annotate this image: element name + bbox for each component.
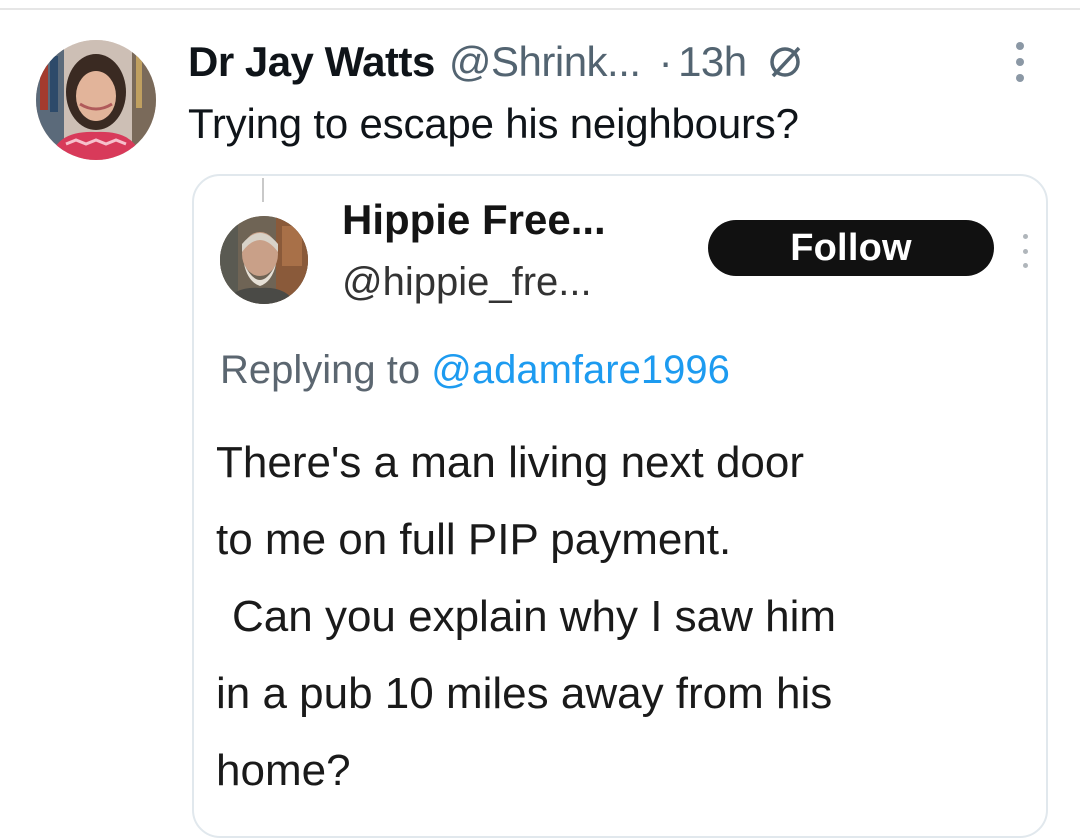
thread-tick	[262, 178, 264, 202]
author-name[interactable]: Dr Jay Watts	[188, 38, 435, 86]
quoted-tweet-card[interactable]: Hippie Free... @hippie_fre... Follow Rep…	[192, 174, 1048, 838]
quoted-author-handle[interactable]: @hippie_fre...	[342, 260, 592, 305]
quoted-author-avatar[interactable]	[220, 216, 308, 304]
author-avatar[interactable]	[36, 40, 156, 160]
body-line: home?	[216, 746, 351, 795]
top-divider	[0, 8, 1080, 10]
tweet-text: Trying to escape his neighbours?	[188, 100, 799, 147]
avatar-image	[36, 40, 156, 160]
author-handle[interactable]: @Shrink...	[449, 38, 641, 86]
body-line: Can you explain why I saw him	[232, 592, 837, 641]
quoted-author-name[interactable]: Hippie Free...	[342, 196, 606, 244]
body-line: in a pub 10 miles away from his	[216, 669, 833, 718]
follow-button[interactable]: Follow	[708, 220, 994, 276]
quoted-avatar-image	[220, 216, 308, 304]
tweet-header: Dr Jay Watts @Shrink... · 13h	[188, 34, 805, 90]
body-line: There's a man living next door	[216, 438, 805, 487]
replying-to-line: Replying to @adamfare1996	[220, 348, 730, 393]
more-vertical-icon[interactable]	[1010, 42, 1030, 82]
replying-prefix: Replying to	[220, 348, 421, 392]
quoted-tweet-body: There's a man living next door to me on …	[216, 424, 1036, 809]
tweet-time[interactable]: 13h	[678, 38, 747, 86]
separator-dot: ·	[658, 38, 673, 85]
reply-mention-link[interactable]: @adamfare1996	[431, 348, 730, 392]
body-line: to me on full PIP payment.	[216, 515, 732, 564]
quoted-more-vertical-icon[interactable]	[1020, 234, 1030, 268]
circle-slash-icon	[765, 42, 805, 82]
